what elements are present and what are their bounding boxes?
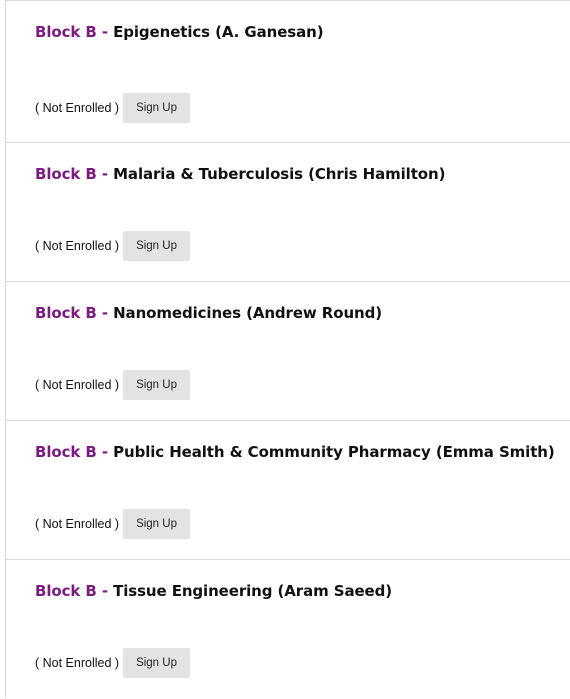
enrollment-row: ( Not Enrolled ) Sign Up [35, 370, 190, 400]
enrollment-status: ( Not Enrolled ) [35, 656, 120, 670]
title-separator: - [101, 165, 108, 183]
sign-up-button[interactable]: Sign Up [123, 509, 190, 539]
enrollment-status: ( Not Enrolled ) [35, 378, 120, 392]
block-label: Block B [35, 165, 97, 183]
course-name: Tissue Engineering (Aram Saeed) [113, 582, 393, 600]
sign-up-button[interactable]: Sign Up [123, 370, 190, 400]
course-name: Malaria & Tuberculosis (Chris Hamilton) [113, 165, 446, 183]
course-item: Block B - Malaria & Tuberculosis (Chris … [6, 143, 570, 282]
enrollment-row: ( Not Enrolled ) Sign Up [35, 93, 190, 123]
block-label: Block B [35, 443, 97, 461]
title-separator: - [101, 582, 108, 600]
course-item: Block B - Epigenetics (A. Ganesan) ( Not… [6, 0, 570, 143]
enrollment-row: ( Not Enrolled ) Sign Up [35, 648, 190, 678]
title-separator: - [101, 23, 108, 41]
course-title: Block B - Public Health & Community Phar… [35, 443, 555, 461]
enrollment-status: ( Not Enrolled ) [35, 517, 120, 531]
course-item: Block B - Tissue Engineering (Aram Saeed… [6, 560, 570, 699]
enrollment-status: ( Not Enrolled ) [35, 101, 120, 115]
sign-up-button[interactable]: Sign Up [123, 648, 190, 678]
sign-up-button[interactable]: Sign Up [123, 231, 190, 261]
course-name: Epigenetics (A. Ganesan) [113, 23, 324, 41]
course-name: Public Health & Community Pharmacy (Emma… [113, 443, 555, 461]
course-item: Block B - Nanomedicines (Andrew Round) (… [6, 282, 570, 421]
course-item: Block B - Public Health & Community Phar… [6, 421, 570, 560]
course-title: Block B - Epigenetics (A. Ganesan) [35, 23, 324, 41]
enrollment-row: ( Not Enrolled ) Sign Up [35, 509, 190, 539]
enrollment-status: ( Not Enrolled ) [35, 239, 120, 253]
enrollment-row: ( Not Enrolled ) Sign Up [35, 231, 190, 261]
course-title: Block B - Nanomedicines (Andrew Round) [35, 304, 382, 322]
block-label: Block B [35, 304, 97, 322]
course-title: Block B - Tissue Engineering (Aram Saeed… [35, 582, 392, 600]
course-title: Block B - Malaria & Tuberculosis (Chris … [35, 165, 445, 183]
title-separator: - [101, 304, 108, 322]
course-list: Block B - Epigenetics (A. Ganesan) ( Not… [5, 0, 570, 698]
title-separator: - [101, 443, 108, 461]
block-label: Block B [35, 23, 97, 41]
block-label: Block B [35, 582, 97, 600]
sign-up-button[interactable]: Sign Up [123, 93, 190, 123]
course-name: Nanomedicines (Andrew Round) [113, 304, 383, 322]
